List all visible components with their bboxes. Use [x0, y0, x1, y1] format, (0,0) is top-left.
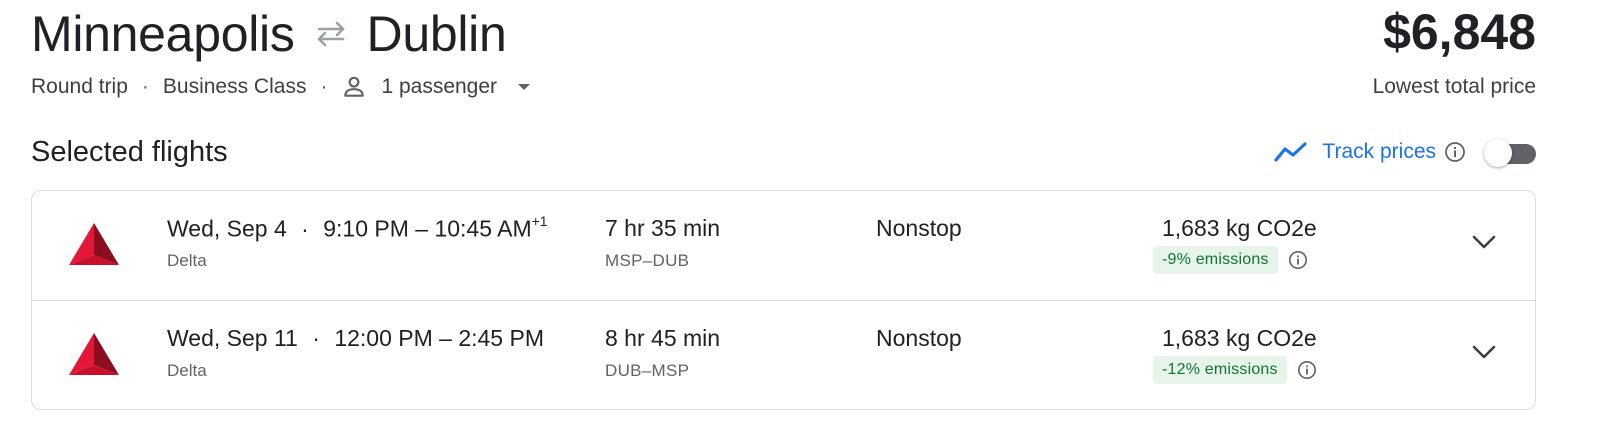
track-prices-link[interactable]: Track prices	[1274, 140, 1466, 164]
flight-duration: 7 hr 35 min	[605, 215, 721, 241]
trip-type: Round trip	[31, 75, 128, 98]
track-prices-label: Track prices	[1322, 140, 1436, 163]
toggle-knob	[1484, 139, 1512, 167]
track-prices-toggle[interactable]	[1484, 139, 1536, 167]
selected-flights-list: Wed, Sep 4 · 9:10 PM – 10:45 AM+1 Delta …	[31, 190, 1536, 410]
flight-times: Wed, Sep 4 · 9:10 PM – 10:45 AM+1	[167, 213, 548, 243]
info-icon[interactable]	[1444, 141, 1466, 163]
info-icon[interactable]	[1288, 250, 1308, 270]
delta-logo-icon	[69, 333, 119, 375]
separator-dot: ·	[141, 75, 149, 98]
passenger-count: 1 passenger	[381, 75, 498, 98]
delta-logo-icon	[69, 223, 119, 265]
swap-arrows-icon	[317, 21, 344, 47]
separator-dot: ·	[301, 215, 309, 242]
flight-date: Wed, Sep 4	[167, 215, 287, 242]
co2-amount: 1,683 kg CO2e	[1162, 215, 1317, 241]
airline-name: Delta	[167, 251, 207, 270]
chevron-down-icon[interactable]	[1471, 233, 1497, 251]
emissions-badge: -9% emissions	[1153, 246, 1278, 274]
flight-times: Wed, Sep 11 · 12:00 PM – 2:45 PM	[167, 325, 544, 352]
emissions-badge-wrap: -12% emissions	[1153, 356, 1317, 384]
airport-codes: MSP–DUB	[605, 251, 690, 270]
route-title: Minneapolis Dublin	[31, 4, 507, 64]
person-icon	[344, 76, 365, 97]
departure-arrival: 12:00 PM – 2:45 PM	[334, 325, 544, 351]
co2-amount: 1,683 kg CO2e	[1162, 325, 1317, 351]
day-offset: +1	[531, 213, 548, 229]
trip-header: Minneapolis Dublin Round trip · Business…	[31, 0, 1536, 110]
cabin-class: Business Class	[162, 75, 307, 98]
total-price: $6,848	[1383, 4, 1536, 60]
flight-row[interactable]: Wed, Sep 4 · 9:10 PM – 10:45 AM+1 Delta …	[32, 191, 1535, 301]
chevron-down-icon	[518, 84, 531, 90]
airline-name: Delta	[167, 361, 207, 380]
separator-dot: ·	[312, 325, 320, 351]
price-label: Lowest total price	[1372, 75, 1536, 98]
passenger-selector[interactable]: 1 passenger	[341, 74, 531, 100]
section-title: Selected flights	[31, 136, 228, 168]
emissions-badge: -12% emissions	[1153, 356, 1287, 384]
emissions-badge-wrap: -9% emissions	[1153, 246, 1308, 274]
info-icon[interactable]	[1297, 360, 1317, 380]
separator-dot: ·	[320, 75, 328, 98]
stops-info: Nonstop	[876, 325, 962, 351]
flight-row[interactable]: Wed, Sep 11 · 12:00 PM – 2:45 PM Delta 8…	[32, 301, 1535, 411]
chevron-down-icon[interactable]	[1471, 343, 1497, 361]
airport-codes: DUB–MSP	[605, 361, 690, 380]
trend-line-icon	[1274, 142, 1308, 162]
stops-info: Nonstop	[876, 215, 962, 241]
flight-duration: 8 hr 45 min	[605, 325, 721, 351]
departure-arrival: 9:10 PM – 10:45 AM	[323, 215, 532, 242]
flight-date: Wed, Sep 11	[167, 325, 298, 351]
trip-summary: Round trip · Business Class · 1 passenge…	[31, 74, 531, 100]
destination-city: Dublin	[366, 6, 507, 62]
origin-city: Minneapolis	[31, 6, 295, 62]
